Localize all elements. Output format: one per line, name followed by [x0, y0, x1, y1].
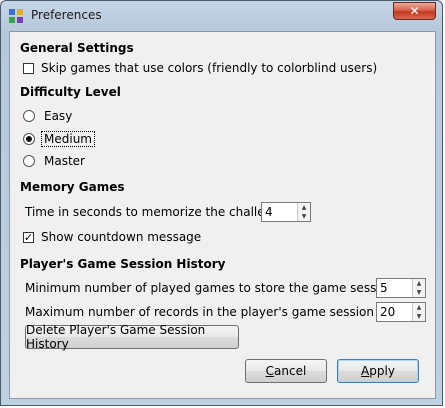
max-records-spinner[interactable]: 20 ▲ ▼ [376, 302, 426, 322]
difficulty-option-easy[interactable]: Easy [23, 109, 72, 123]
cancel-button[interactable]: Cancel [245, 359, 327, 383]
min-games-arrows[interactable]: ▲ ▼ [412, 279, 425, 297]
max-records-arrows[interactable]: ▲ ▼ [412, 303, 425, 321]
radio-easy-label: Easy [44, 109, 73, 123]
delete-history-label: Delete Player's Game Session History [26, 323, 206, 351]
close-button[interactable]: ✕ [393, 2, 436, 20]
countdown-label: Show countdown message [41, 230, 202, 244]
skip-colors-label: Skip games that use colors (friendly to … [41, 61, 378, 75]
min-games-value[interactable]: 5 [377, 279, 412, 297]
min-games-label: Minimum number of played games to store … [25, 281, 399, 295]
memorize-time-label-row: Time in seconds to memorize the challeng… [25, 205, 291, 219]
cancel-label: Cancel [265, 364, 307, 378]
memorize-time-arrows[interactable]: ▲ ▼ [297, 203, 310, 221]
skip-colors-checkbox[interactable] [23, 62, 34, 74]
spin-down-icon[interactable]: ▼ [413, 312, 425, 321]
radio-easy[interactable] [23, 110, 35, 122]
app-icon [9, 9, 23, 23]
memorize-time-label: Time in seconds to memorize the challeng… [25, 205, 292, 219]
max-records-label: Maximum number of records in the player'… [25, 305, 423, 319]
apply-button[interactable]: Apply [337, 359, 419, 383]
history-heading: Player's Game Session History [20, 257, 226, 271]
max-records-label-row: Maximum number of records in the player'… [25, 305, 422, 319]
countdown-checkbox[interactable]: ✓ [23, 230, 34, 244]
preferences-window: Preferences ✕ General Settings Skip game… [0, 0, 443, 406]
memorize-time-value[interactable]: 4 [262, 203, 297, 221]
min-games-spinner[interactable]: 5 ▲ ▼ [376, 278, 426, 298]
spin-down-icon[interactable]: ▼ [413, 288, 425, 297]
title-bar[interactable]: Preferences ✕ [1, 1, 442, 31]
spin-up-icon[interactable]: ▲ [298, 203, 310, 212]
difficulty-option-medium[interactable]: Medium [23, 131, 95, 147]
max-records-value[interactable]: 20 [377, 303, 412, 321]
memorize-time-spinner[interactable]: 4 ▲ ▼ [261, 202, 311, 222]
radio-medium[interactable] [23, 133, 35, 145]
skip-colors-row[interactable]: Skip games that use colors (friendly to … [23, 61, 377, 75]
spin-down-icon[interactable]: ▼ [298, 212, 310, 221]
min-games-label-row: Minimum number of played games to store … [25, 281, 399, 295]
general-settings-heading: General Settings [20, 41, 134, 55]
window-title: Preferences [31, 8, 102, 22]
difficulty-option-master[interactable]: Master [23, 154, 85, 168]
close-icon: ✕ [409, 4, 420, 18]
apply-label: Apply [361, 364, 395, 378]
memory-games-heading: Memory Games [20, 180, 125, 194]
dialog-client-area: General Settings Skip games that use col… [9, 31, 436, 399]
radio-master[interactable] [23, 155, 35, 167]
radio-medium-label: Medium [41, 131, 95, 147]
radio-master-label: Master [44, 154, 85, 168]
delete-history-button[interactable]: Delete Player's Game Session History [25, 323, 239, 351]
check-icon: ✓ [23, 230, 34, 244]
spin-up-icon[interactable]: ▲ [413, 303, 425, 312]
countdown-row[interactable]: ✓ Show countdown message [23, 230, 201, 244]
difficulty-heading: Difficulty Level [20, 85, 121, 99]
spin-up-icon[interactable]: ▲ [413, 279, 425, 288]
